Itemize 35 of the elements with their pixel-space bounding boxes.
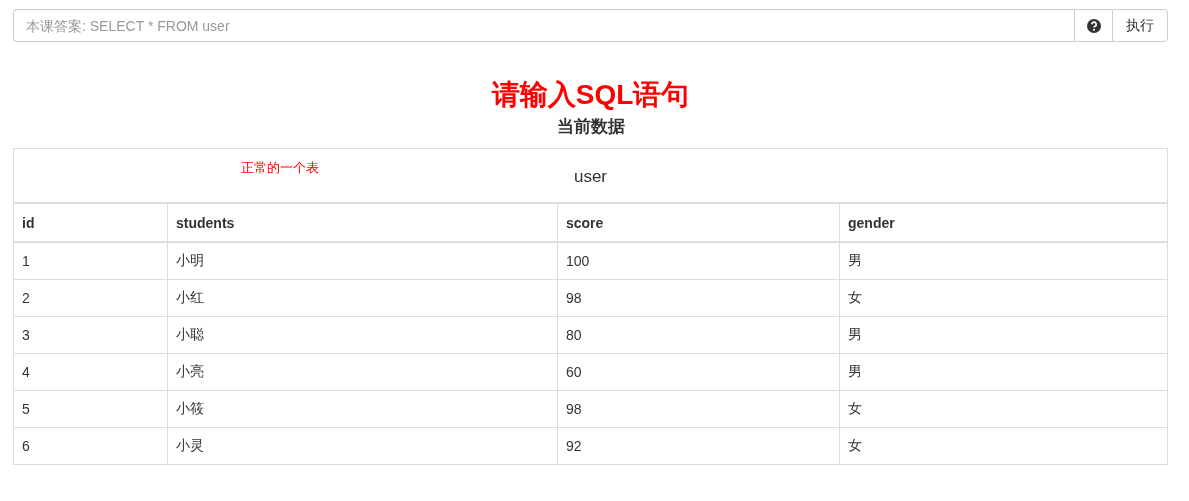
page-heading: 请输入SQL语句 [490, 78, 691, 112]
table-cell: 小亮 [167, 353, 558, 391]
column-header: id [13, 203, 168, 242]
run-button[interactable]: 执行 [1112, 9, 1168, 42]
table-cell: 6 [13, 427, 168, 465]
table-cell: 5 [13, 390, 168, 428]
table-cell: 98 [557, 279, 840, 317]
table-cell: 男 [839, 353, 1168, 391]
table-cell: 小筱 [167, 390, 558, 428]
table-cell: 3 [13, 316, 168, 354]
table-cell: 60 [557, 353, 840, 391]
table-cell: 女 [839, 427, 1168, 465]
table-cell: 女 [839, 279, 1168, 317]
table-cell: 92 [557, 427, 840, 465]
table-cell: 100 [557, 242, 840, 280]
table-cell: 80 [557, 316, 840, 354]
table-cell: 小灵 [167, 427, 558, 465]
table-cell: 1 [13, 242, 168, 280]
table-caption: user [573, 166, 608, 186]
help-icon [1086, 18, 1101, 33]
table-cell: 小聪 [167, 316, 558, 354]
table-cell: 小红 [167, 279, 558, 317]
column-header: gender [839, 203, 1168, 242]
annotation-text: 正常的一个表 [241, 159, 319, 177]
column-header: score [557, 203, 840, 242]
table-cell: 小明 [167, 242, 558, 280]
table-cell: 98 [557, 390, 840, 428]
table-cell: 女 [839, 390, 1168, 428]
sql-input-field[interactable]: 本课答案: SELECT * FROM user [13, 9, 1074, 42]
section-subheading: 当前数据 [555, 116, 626, 138]
table-cell: 4 [13, 353, 168, 391]
column-header: students [167, 203, 558, 242]
table-cell: 2 [13, 279, 168, 317]
table-cell: 男 [839, 316, 1168, 354]
table-cell: 男 [839, 242, 1168, 280]
